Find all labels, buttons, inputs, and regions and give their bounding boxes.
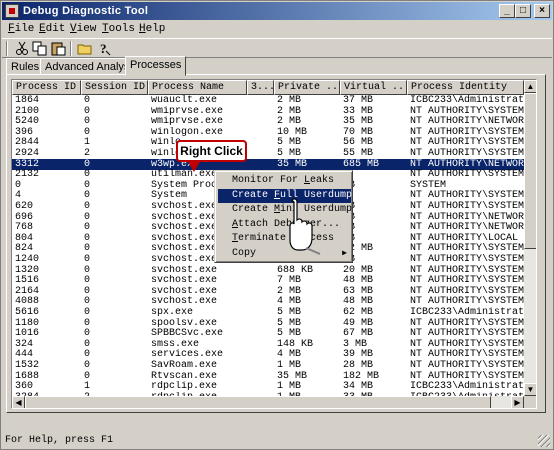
context-menu-item-label: Create [232,189,275,201]
scroll-up-button[interactable]: ▲ [524,80,536,93]
vertical-scrollbar[interactable]: ▲ ▼ [524,80,536,396]
app-icon [5,4,19,18]
column-header-process-id[interactable]: Process ID [12,80,81,95]
copy-icon[interactable] [32,41,48,56]
context-menu-item-label: Create [232,204,275,215]
maximize-button[interactable]: □ [515,4,531,18]
right-click-callout: Right Click [176,140,247,162]
context-menu-item-terminate-process[interactable]: Terminate Process [218,232,351,247]
submenu-arrow-icon: ▶ [342,248,347,258]
cut-icon[interactable] [14,41,30,56]
title-bar[interactable]: Debug Diagnostic Tool _ □ × [2,2,552,20]
scroll-left-button[interactable]: ◀ [12,396,25,408]
context-menu-item-create-mini-userdump[interactable]: Create Mini Userdump [218,203,352,218]
context-menu-item-attach-debugger[interactable]: Attach Debugger... [218,218,351,233]
column-header-process-identity[interactable]: Process Identity [407,80,524,95]
tab-processes[interactable]: Processes [125,56,187,76]
horizontal-scroll-thumb[interactable] [25,396,491,408]
status-bar: For Help, press F1 [2,431,552,449]
close-button[interactable]: × [534,4,550,18]
context-menu-item-label: Copy [232,247,257,259]
column-header-session-id[interactable]: Session ID [81,80,148,95]
menu-tools[interactable]: Tools [102,23,135,35]
toolbar-separator [6,41,8,56]
svg-text:?: ? [100,41,107,56]
status-text: For Help, press F1 [5,435,114,446]
context-menu: Monitor For Leaks Create Full Userdump Cre… [214,170,353,263]
context-menu-item-create-full-userdump[interactable]: Create Full Userdump [218,188,352,203]
context-menu-item-monitor-for-leaks[interactable]: Monitor For Leaks [218,174,351,189]
paste-icon[interactable] [51,41,67,56]
horizontal-scrollbar[interactable]: ◀ ▶ [12,396,524,408]
column-header-threads[interactable]: 3... [247,80,274,95]
help-icon[interactable]: ? [96,41,112,56]
list-header: Process ID Session ID Process Name 3... … [12,80,524,95]
app-window: Debug Diagnostic Tool _ □ × File Edit Vi… [0,0,554,450]
scroll-down-button[interactable]: ▼ [524,383,536,396]
scroll-right-button[interactable]: ▶ [511,396,524,408]
column-header-virtual[interactable]: Virtual ... [340,80,407,95]
menu-edit[interactable]: Edit [39,23,65,35]
scrollbar-corner [524,396,536,408]
vertical-scroll-thumb[interactable] [524,93,536,249]
context-menu-item-label: eaks [310,175,335,186]
resize-grip[interactable] [538,435,550,447]
menu-bar: File Edit View Tools Help [2,21,552,38]
tab-rules[interactable]: Rules [6,58,45,75]
minimize-button[interactable]: _ [499,4,515,18]
toolbar: ? [2,38,552,58]
context-menu-item-label: Monitor For [232,175,305,186]
toolbar-separator [70,41,72,56]
column-header-private[interactable]: Private ... [274,80,340,95]
hand-cursor-icon [289,198,321,255]
menu-file[interactable]: File [8,23,34,35]
column-header-process-name[interactable]: Process Name [148,80,247,95]
open-folder-icon[interactable] [77,41,93,56]
window-title: Debug Diagnostic Tool [23,5,149,17]
context-menu-item-copy[interactable]: Copy ▶ [218,247,351,262]
menu-help[interactable]: Help [139,23,165,35]
menu-view[interactable]: View [70,23,96,35]
